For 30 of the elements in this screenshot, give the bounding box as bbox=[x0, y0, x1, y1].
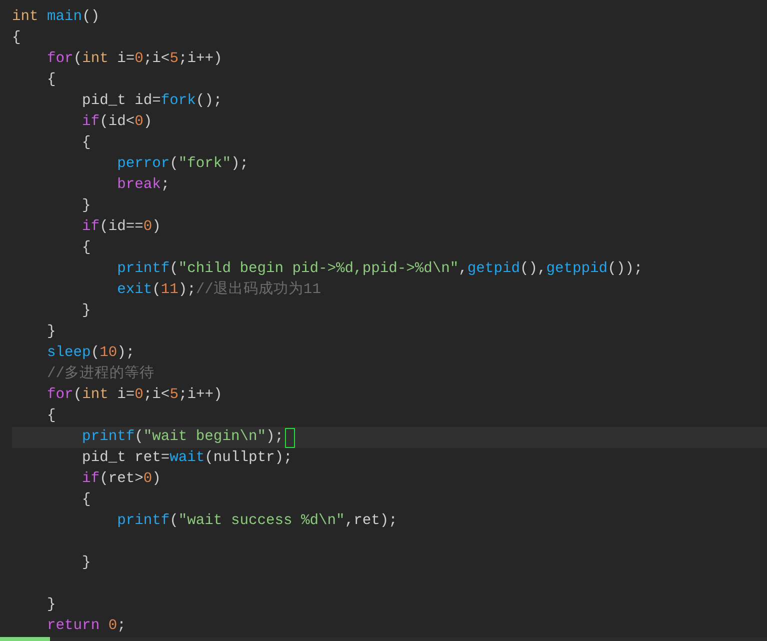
code-line: int main() bbox=[12, 8, 100, 27]
code-line: { bbox=[46, 71, 56, 90]
code-line: } bbox=[81, 302, 91, 321]
code-line: if(id==0) bbox=[81, 218, 161, 237]
code-line: exit(11);//退出码成功为11 bbox=[116, 281, 321, 300]
code-line: pid_t id=fork(); bbox=[81, 92, 222, 111]
code-line: { bbox=[12, 29, 21, 48]
code-line: printf("wait success %d\n",ret); bbox=[116, 512, 398, 531]
code-line: if(ret>0) bbox=[81, 470, 161, 489]
text-cursor bbox=[284, 428, 294, 448]
code-line: } bbox=[81, 554, 91, 573]
code-line: return 0; bbox=[46, 617, 126, 636]
status-bar-segment bbox=[0, 637, 50, 641]
code-line: break; bbox=[116, 176, 170, 195]
code-line: for(int i=0;i<5;i++) bbox=[46, 50, 222, 69]
code-line: } bbox=[46, 596, 56, 615]
code-line: printf("wait begin\n"); bbox=[81, 428, 284, 447]
code-line: perror("fork"); bbox=[116, 155, 248, 174]
code-line: for(int i=0;i<5;i++) bbox=[46, 386, 222, 405]
code-line: { bbox=[81, 134, 91, 153]
code-line: { bbox=[81, 239, 91, 258]
code-line: { bbox=[46, 407, 56, 426]
code-line: } bbox=[46, 323, 56, 342]
code-line: //多进程的等待 bbox=[46, 365, 155, 384]
code-line: { bbox=[81, 491, 91, 510]
code-line: pid_t ret=wait(nullptr); bbox=[81, 449, 292, 468]
code-line: } bbox=[81, 197, 91, 216]
code-line: sleep(10); bbox=[46, 344, 135, 363]
code-line: printf("child begin pid->%d,ppid->%d\n",getpid(),getppid()); bbox=[116, 260, 643, 279]
code-line: if(id<0) bbox=[81, 113, 152, 132]
